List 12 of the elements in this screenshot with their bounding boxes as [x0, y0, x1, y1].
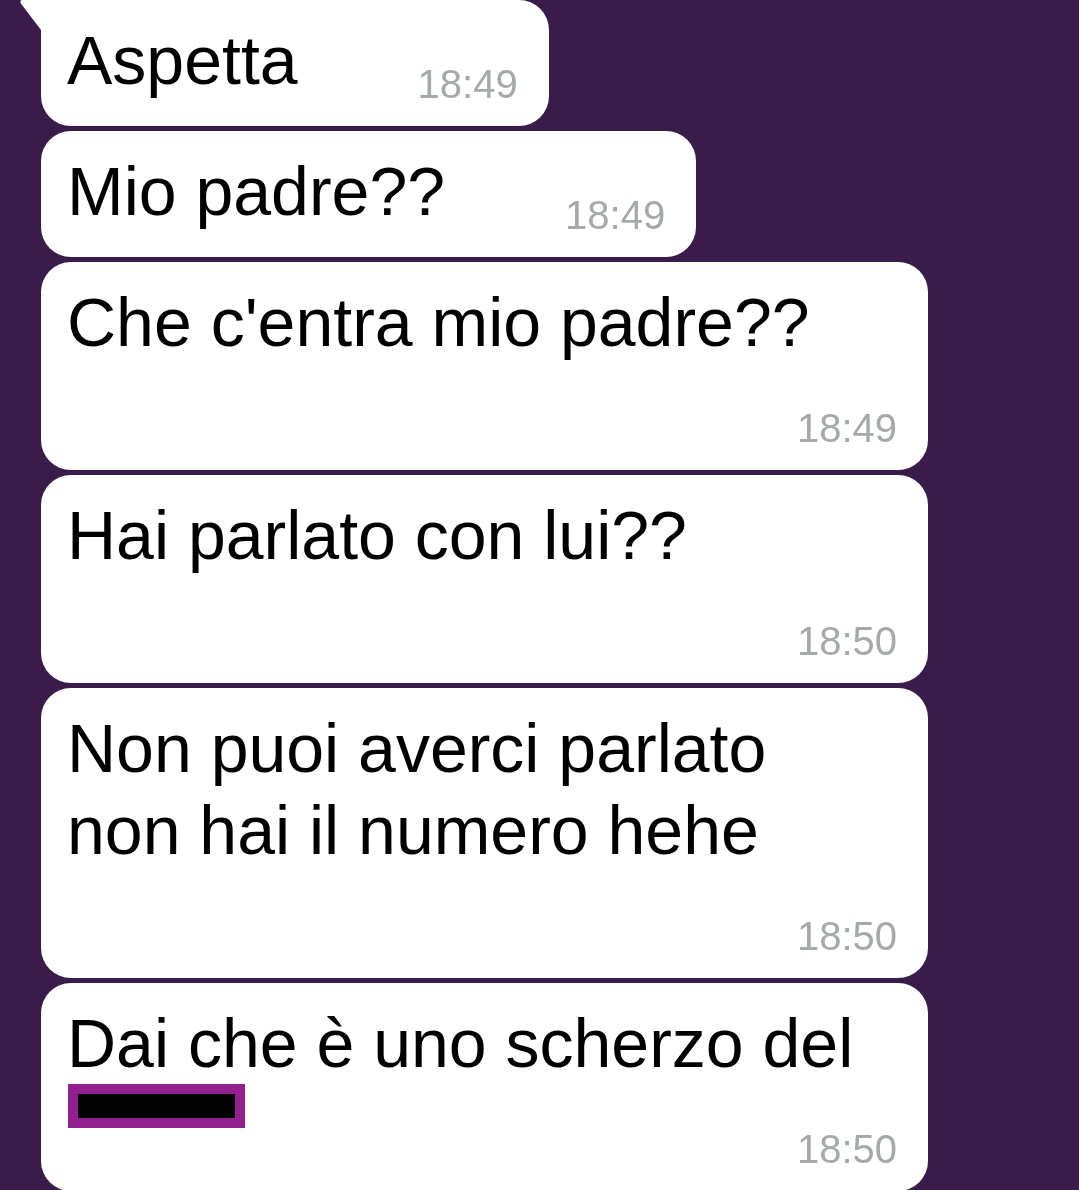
message-text: Non puoi averci parlato non hai il numero hehe	[67, 710, 767, 868]
message-text: Mio padre??	[67, 153, 446, 229]
message-text: Dai che è uno scherzo del	[67, 1005, 854, 1081]
message-time: 18:50	[796, 618, 897, 665]
message-text: Aspetta	[67, 22, 298, 98]
message-time: 18:49	[565, 192, 666, 239]
message-time: 18:50	[796, 913, 897, 960]
message-time: 18:49	[417, 61, 518, 108]
message-time: 18:50	[796, 1126, 897, 1173]
message-text: Che c'entra mio padre??	[67, 284, 810, 360]
message-text: Hai parlato con lui??	[67, 497, 687, 573]
message-time: 18:49	[796, 405, 897, 452]
